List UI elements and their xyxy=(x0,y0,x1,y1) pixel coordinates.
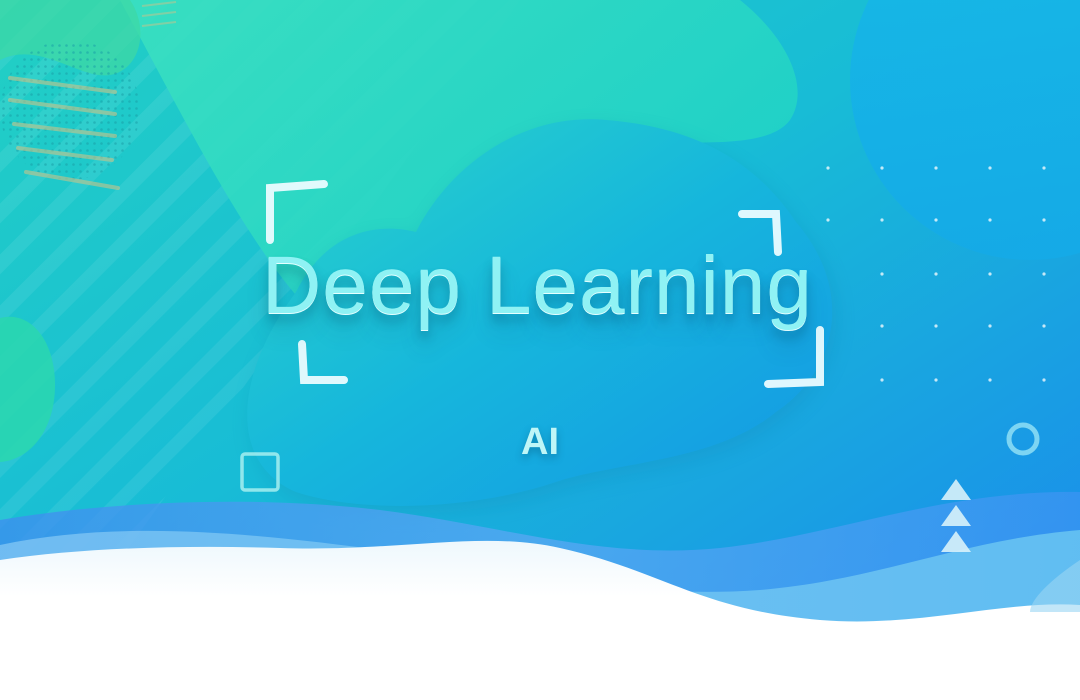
subtitle-label: AI xyxy=(521,421,559,463)
banner-canvas: Deep Learning AI xyxy=(0,0,1080,700)
headline-title: Deep Learning xyxy=(262,240,813,331)
background-art xyxy=(0,0,1080,700)
